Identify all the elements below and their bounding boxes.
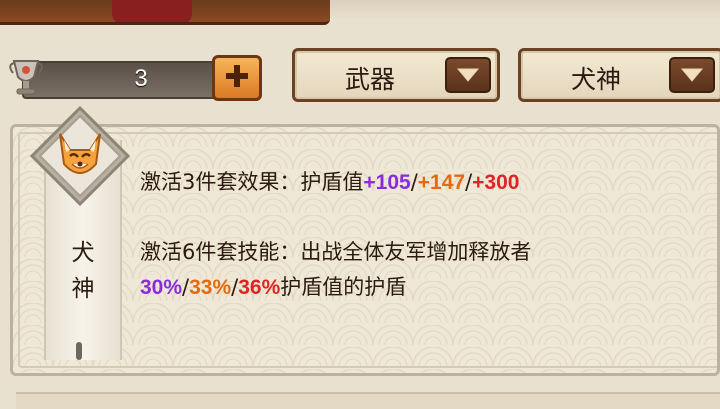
- plus-icon: [224, 63, 250, 93]
- set3-prefix: 激活3件套效果：护盾值: [140, 170, 364, 194]
- set6-line1: 激活6件套技能：出战全体友军增加释放者: [140, 240, 532, 264]
- set-filter-dropdown[interactable]: 犬神: [518, 48, 720, 102]
- banner-tab: [112, 0, 192, 22]
- weapon-filter-dropdown[interactable]: 武器: [292, 48, 500, 102]
- chevron-down-icon[interactable]: [445, 57, 491, 93]
- add-currency-button[interactable]: [212, 55, 262, 101]
- set6-value-red: 36%: [238, 276, 281, 299]
- set6-effect-line2: 30%/33%/36%护盾值的护盾: [140, 271, 406, 301]
- currency-bar: 3: [6, 55, 262, 101]
- trophy-cup-icon: [6, 55, 46, 101]
- set-filter-label: 犬神: [570, 65, 621, 94]
- ribbon-pin: [76, 342, 82, 360]
- set3-value-red: +300: [472, 171, 520, 194]
- set6-effect-line1: 激活6件套技能：出战全体友军增加释放者: [140, 236, 531, 266]
- set-name-char-2: 神: [71, 276, 95, 302]
- title-banner: [0, 0, 330, 25]
- set3-sep-1: /: [410, 170, 418, 194]
- currency-value: 3: [134, 65, 148, 92]
- set6-value-orange: 33%: [189, 276, 232, 299]
- header-strip: [330, 0, 720, 20]
- set3-value-orange: +147: [417, 171, 466, 194]
- next-panel-edge: [16, 392, 720, 409]
- set3-value-purple: +105: [363, 171, 411, 194]
- chevron-down-icon[interactable]: [669, 57, 715, 93]
- set6-value-purple: 30%: [140, 276, 183, 299]
- set3-effect: 激活3件套效果：护盾值+105/+147/+300: [140, 166, 519, 196]
- set-name-char-1: 犬: [71, 240, 95, 266]
- set6-suffix: 护盾值的护盾: [280, 275, 407, 299]
- weapon-filter-label: 武器: [344, 65, 395, 94]
- set-emblem: [29, 105, 131, 207]
